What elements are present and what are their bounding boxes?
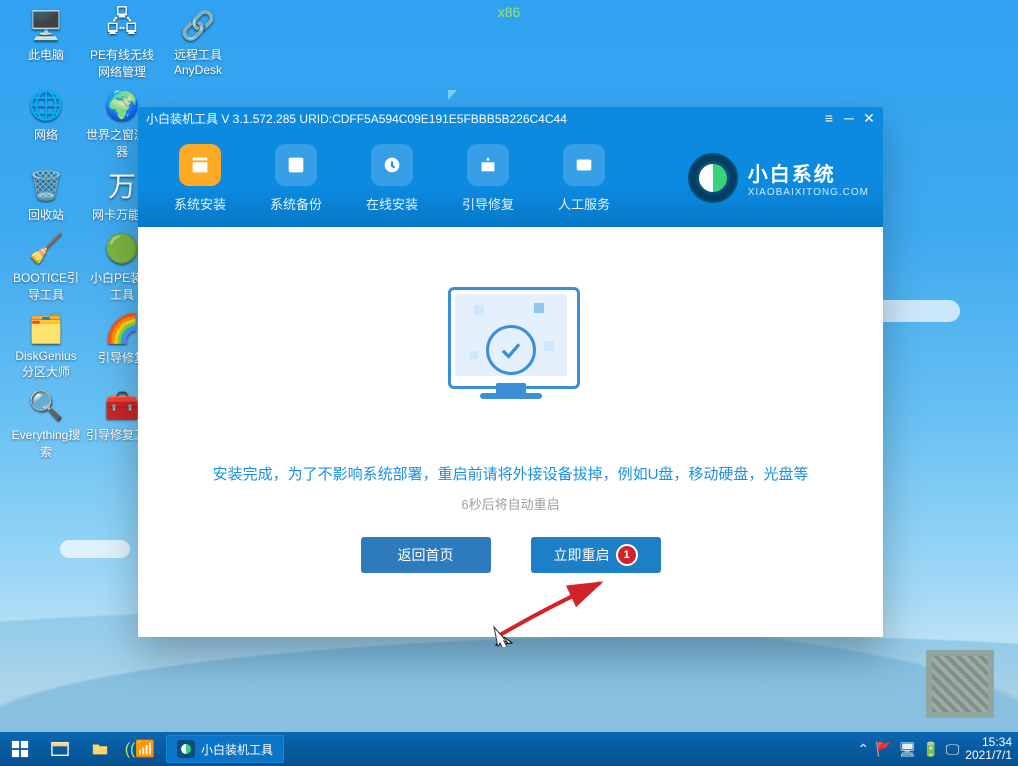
desktop-icon-glyph: 🖧 bbox=[100, 6, 144, 44]
tray-flag-icon[interactable]: 🚩 bbox=[875, 741, 892, 758]
desktop-icon-label: 远程工具AnyDesk bbox=[162, 46, 234, 77]
tray-chevron-icon[interactable]: ⌃ bbox=[857, 741, 869, 758]
toolbar-icon bbox=[563, 144, 605, 186]
chevron-down-icon bbox=[439, 90, 457, 100]
toolbar-install[interactable]: 系统安装 bbox=[152, 144, 248, 213]
arch-label: x86 bbox=[498, 4, 521, 20]
restart-now-button[interactable]: 立即重启 1 bbox=[531, 537, 661, 573]
task-label: 小白装机工具 bbox=[201, 741, 273, 758]
toolbar-icon bbox=[275, 144, 317, 186]
desktop: x86 🖥️ 此电脑🖧 PE有线无线网络管理🔗 远程工具AnyDesk🌐 网络🌍… bbox=[0, 0, 1018, 766]
desktop-icon-label: 回收站 bbox=[28, 206, 64, 223]
desktop-icon[interactable]: 🖧 PE有线无线网络管理 bbox=[86, 6, 158, 80]
desktop-icon-label: 网络 bbox=[34, 126, 58, 143]
desktop-icon-glyph: 🧹 bbox=[24, 229, 68, 267]
check-icon bbox=[486, 325, 536, 375]
wifi-pin[interactable]: ((📶 bbox=[120, 732, 160, 766]
toolbar-online[interactable]: 在线安装 bbox=[344, 144, 440, 213]
start-button[interactable] bbox=[0, 732, 40, 766]
desktop-icon-glyph: 🔗 bbox=[176, 6, 220, 44]
desktop-icon-label: 此电脑 bbox=[28, 46, 64, 63]
toolbar-label: 在线安装 bbox=[366, 194, 418, 213]
close-button[interactable]: ✕ bbox=[863, 112, 875, 124]
pixelated-thumbnail bbox=[926, 650, 994, 718]
desktop-icon-label: BOOTICE引导工具 bbox=[10, 269, 82, 303]
window-body: 安装完成，为了不影响系统部署，重启前请将外接设备拔掉，例如U盘，移动硬盘，光盘等… bbox=[138, 227, 883, 637]
toolbar-label: 系统备份 bbox=[270, 194, 322, 213]
menu-button[interactable]: ≡ bbox=[823, 112, 835, 124]
tray-network-icon[interactable]: 🖥 bbox=[899, 741, 917, 758]
desktop-icon[interactable]: 🧹 BOOTICE引导工具 bbox=[10, 229, 82, 303]
clock[interactable]: 15:34 2021/7/1 bbox=[965, 736, 1012, 762]
tray-volume-icon[interactable]: 🔋 bbox=[922, 741, 939, 758]
toolbar-bootfix[interactable]: 引导修复 bbox=[440, 144, 536, 213]
desktop-icon-glyph: 🗂️ bbox=[24, 309, 68, 347]
toolbar-icon bbox=[467, 144, 509, 186]
app-window: 小白装机工具 V 3.1.572.285 URID:CDFF5A594C09E1… bbox=[138, 107, 883, 637]
brand: 小白系统 XIAOBAIXITONG.COM bbox=[688, 153, 869, 203]
desktop-icon-label: Everything搜索 bbox=[10, 426, 82, 460]
window-title: 小白装机工具 V 3.1.572.285 URID:CDFF5A594C09E1… bbox=[146, 110, 567, 127]
toolbar-support[interactable]: 人工服务 bbox=[536, 144, 632, 213]
countdown-message: 6秒后将自动重启 bbox=[461, 494, 559, 513]
desktop-icon-glyph: 🖥️ bbox=[24, 6, 68, 44]
toolbar-icon bbox=[179, 144, 221, 186]
taskbar: ((📶 小白装机工具 ⌃ 🚩 🖥 🔋 🖵 15:34 2021/7/1 bbox=[0, 732, 1018, 766]
brand-title: 小白系统 bbox=[748, 158, 869, 187]
desktop-icon[interactable]: 🗑️ 回收站 bbox=[10, 166, 82, 223]
file-explorer-pin[interactable] bbox=[80, 732, 120, 766]
step-marker: 1 bbox=[616, 544, 638, 566]
toolbar-label: 系统安装 bbox=[174, 194, 226, 213]
toolbar-label: 引导修复 bbox=[462, 194, 514, 213]
return-home-button[interactable]: 返回首页 bbox=[361, 537, 491, 573]
toolbar-icon bbox=[371, 144, 413, 186]
toolbar-backup[interactable]: 系统备份 bbox=[248, 144, 344, 213]
taskview-button[interactable] bbox=[40, 732, 80, 766]
desktop-icon-label: DiskGenius分区大师 bbox=[10, 349, 82, 380]
toolbar: 系统安装 系统备份 在线安装 引导修复 人工服务 小白系统 XIAOBAIXIT… bbox=[138, 129, 883, 227]
desktop-icon[interactable]: 🖥️ 此电脑 bbox=[10, 6, 82, 80]
success-illustration bbox=[436, 281, 586, 423]
titlebar[interactable]: 小白装机工具 V 3.1.572.285 URID:CDFF5A594C09E1… bbox=[138, 107, 883, 129]
install-complete-message: 安装完成，为了不影响系统部署，重启前请将外接设备拔掉，例如U盘，移动硬盘，光盘等 bbox=[213, 463, 809, 484]
restart-label: 立即重启 bbox=[554, 545, 610, 565]
brand-logo-icon bbox=[688, 153, 738, 203]
clock-date: 2021/7/1 bbox=[965, 749, 1012, 762]
toolbar-label: 人工服务 bbox=[558, 194, 610, 213]
desktop-icon[interactable]: 🔍 Everything搜索 bbox=[10, 386, 82, 460]
desktop-icon[interactable]: 🔗 远程工具AnyDesk bbox=[162, 6, 234, 80]
desktop-icon-glyph: 🌐 bbox=[24, 86, 68, 124]
desktop-icon[interactable]: 🌐 网络 bbox=[10, 86, 82, 160]
minimize-button[interactable]: ─ bbox=[843, 112, 855, 124]
desktop-icon-glyph: 🔍 bbox=[24, 386, 68, 424]
desktop-icon-label: PE有线无线网络管理 bbox=[86, 46, 158, 80]
brand-subtitle: XIAOBAIXITONG.COM bbox=[748, 187, 869, 198]
tray-monitor-icon[interactable]: 🖵 bbox=[946, 741, 960, 758]
task-xiaobai[interactable]: 小白装机工具 bbox=[166, 735, 284, 763]
task-app-icon bbox=[177, 740, 195, 758]
desktop-icon-glyph: 🗑️ bbox=[24, 166, 68, 204]
desktop-icon[interactable]: 🗂️ DiskGenius分区大师 bbox=[10, 309, 82, 380]
